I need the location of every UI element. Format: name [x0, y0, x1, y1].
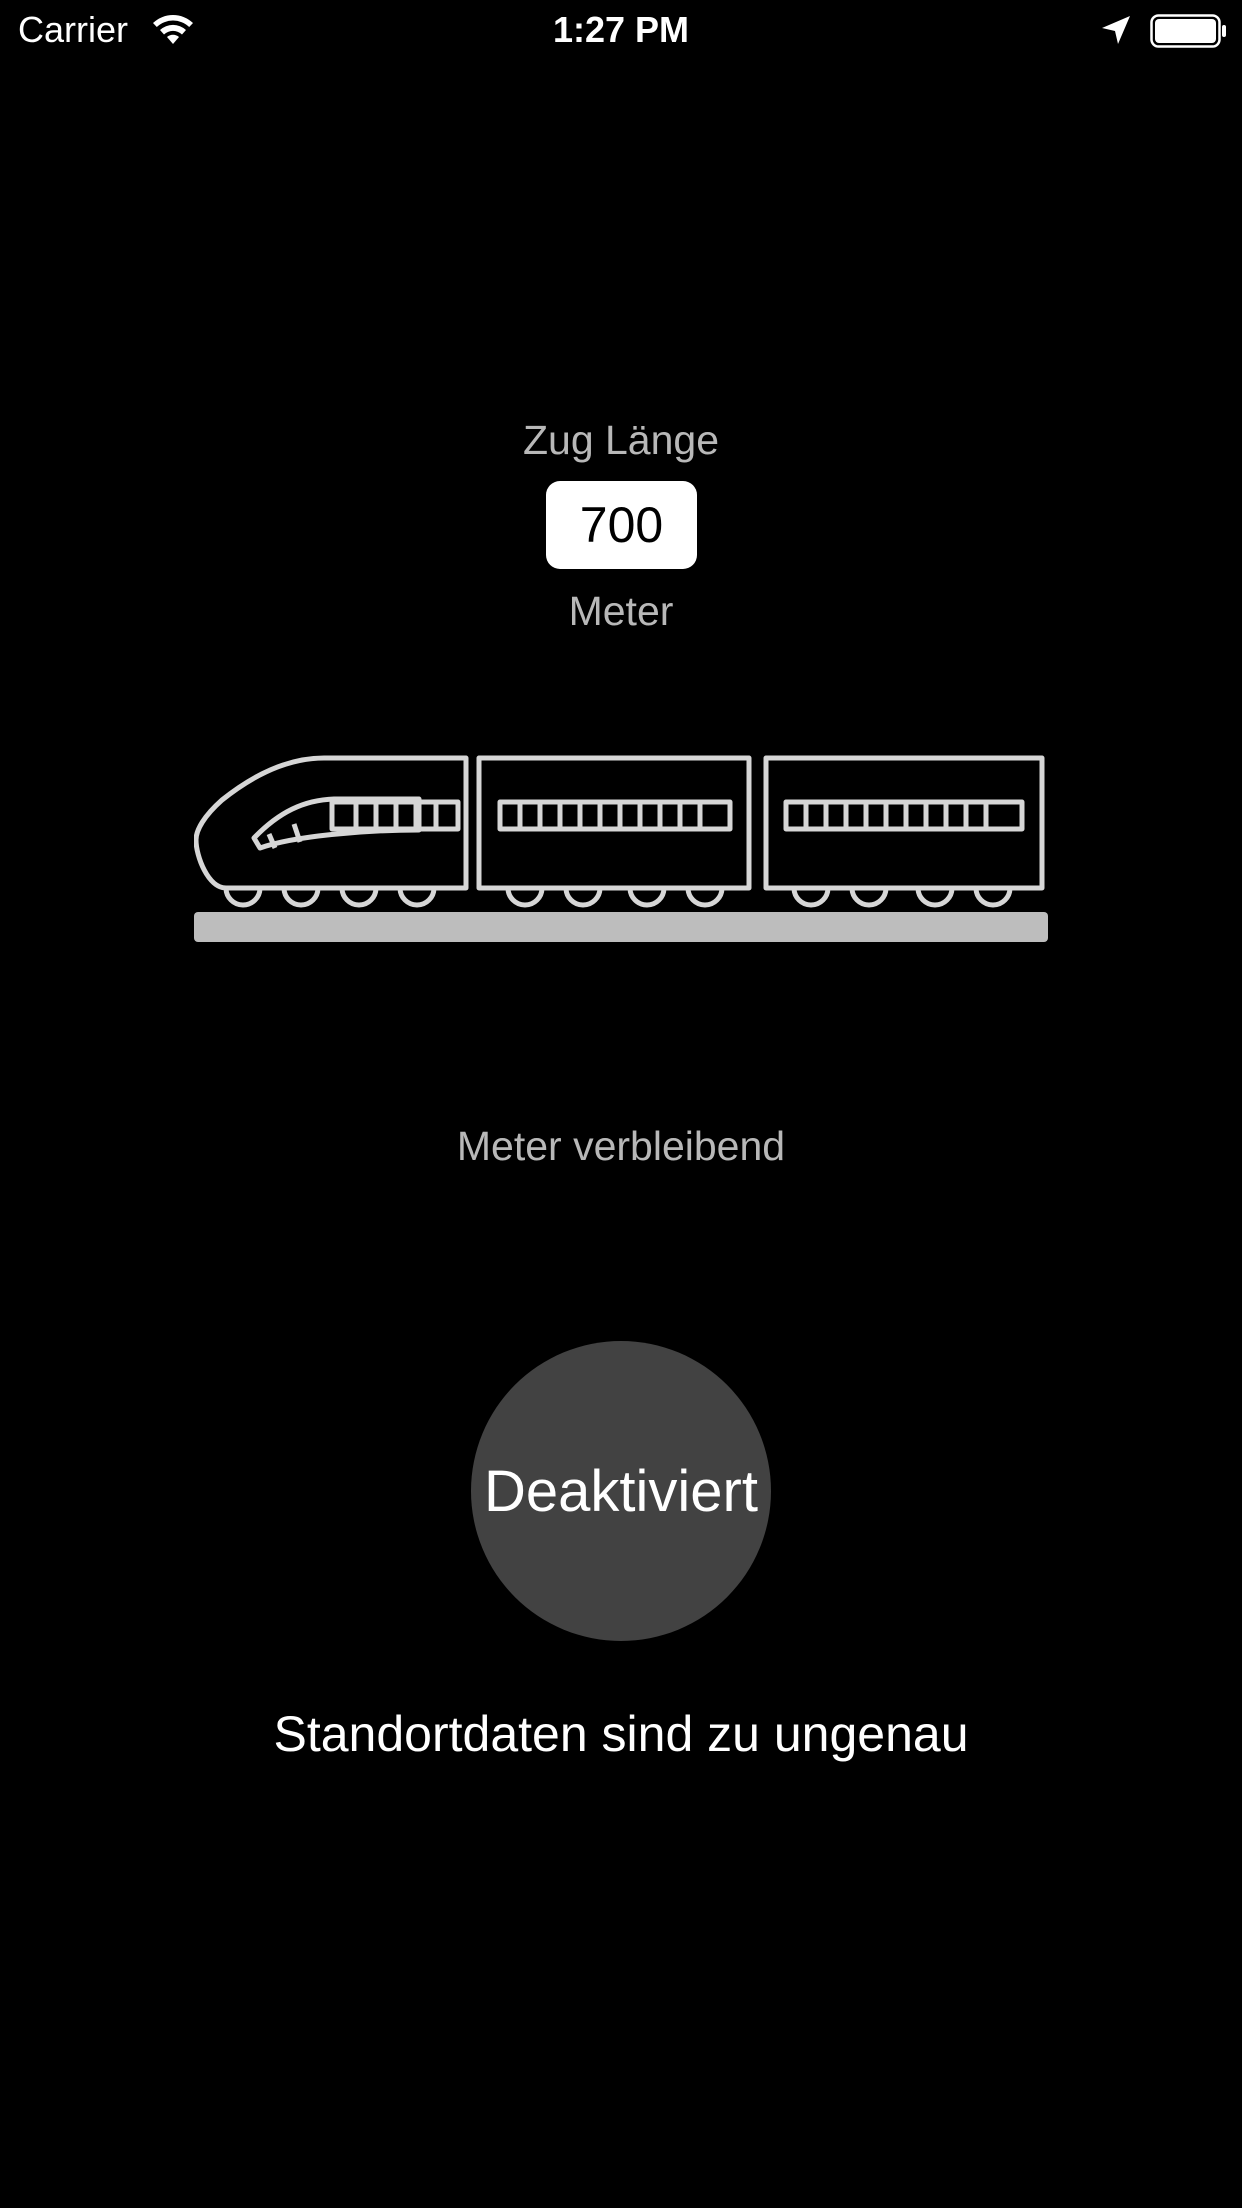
location-arrow-icon: [1102, 16, 1130, 44]
location-accuracy-message: Standortdaten sind zu ungenau: [273, 1706, 969, 1762]
train-icon: [194, 755, 1048, 942]
battery-icon: [1150, 14, 1226, 48]
train-length-input[interactable]: [546, 481, 697, 569]
activation-toggle-button[interactable]: Deaktiviert: [471, 1341, 771, 1641]
clock-time: 1:27 PM: [552, 9, 690, 50]
train-length-title: Zug Länge: [522, 417, 720, 463]
remaining-meters-label: Meter verbleibend: [456, 1123, 786, 1169]
status-bar: Carrier 1:27 PM: [0, 0, 1242, 60]
unit-label: Meter: [568, 588, 674, 634]
